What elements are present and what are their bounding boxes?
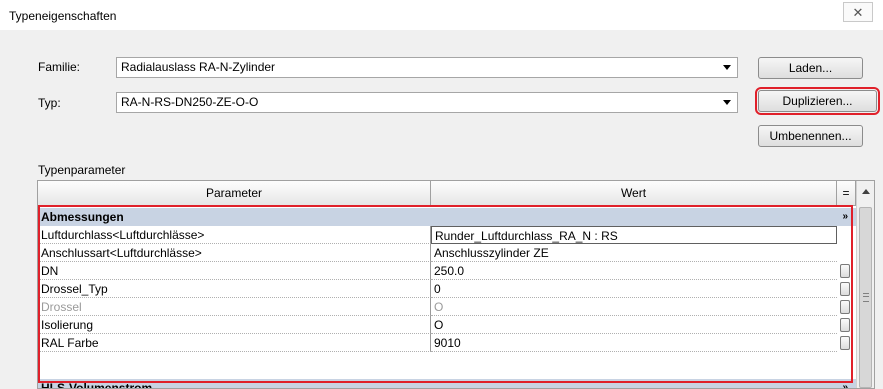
parameter-grid: Parameter Wert = Abmessungen » Luftdurch… [37,180,875,389]
table-row[interactable]: DN 250.0 [38,262,856,280]
header-formula[interactable]: = [837,181,856,205]
vertical-scrollbar[interactable] [856,181,874,388]
parameter-name: Drossel [38,298,431,316]
familie-dropdown[interactable]: Radialauslass RA-N-Zylinder [116,57,738,78]
group-title: Abmessungen [41,210,124,224]
table-row[interactable]: Luftdurchlass<Luftdurchlässe> Runder_Luf… [38,226,856,244]
table-row[interactable]: Anschlussart<Luftdurchlässe> Anschlusszy… [38,244,856,262]
associate-parameter-button[interactable] [840,318,850,332]
header-wert[interactable]: Wert [431,181,837,205]
collapse-icon[interactable]: » [842,208,848,226]
parameter-name: DN [38,262,431,280]
familie-label: Familie: [38,60,81,74]
parameter-value: O [431,298,837,316]
type-properties-dialog: Typeneigenschaften ✕ Familie: Radialausl… [0,0,883,389]
dropdown-arrow-icon [723,65,731,70]
scrollbar-thumb[interactable] [859,207,872,388]
table-row[interactable]: Isolierung O [38,316,856,334]
associate-parameter-button[interactable] [840,282,850,296]
grip-icon [863,293,869,302]
typ-label: Typ: [38,96,61,110]
dialog-title: Typeneigenschaften [9,9,117,23]
title-bar: Typeneigenschaften ✕ [0,0,883,30]
associate-parameter-button[interactable] [840,336,850,350]
group-title: HLS-Volumenstrom [41,381,153,389]
familie-value: Radialauslass RA-N-Zylinder [121,60,276,74]
parameter-value[interactable]: 0 [431,280,837,298]
parameter-name: RAL Farbe [38,334,431,352]
dropdown-arrow-icon [723,100,731,105]
typ-dropdown[interactable]: RA-N-RS-DN250-ZE-O-O [116,92,738,113]
rename-button[interactable]: Umbenennen... [758,125,863,147]
collapse-icon[interactable]: » [842,379,848,388]
type-parameters-label: Typenparameter [38,163,126,177]
parameter-value-input[interactable]: Runder_Luftdurchlass_RA_N : RS [431,226,837,244]
group-abmessungen[interactable]: Abmessungen » [38,208,856,226]
parameter-value[interactable]: O [431,316,837,334]
group-hls-volumenstrom[interactable]: HLS-Volumenstrom » [38,379,856,389]
scroll-up-icon[interactable] [862,189,870,194]
parameter-value[interactable]: 9010 [431,334,837,352]
parameter-name: Drossel_Typ [38,280,431,298]
parameter-name: Luftdurchlass<Luftdurchlässe> [38,226,431,244]
duplicate-button[interactable]: Duplizieren... [755,87,880,115]
parameter-name: Isolierung [38,316,431,334]
associate-parameter-button[interactable] [840,264,850,278]
associate-parameter-button[interactable] [840,300,850,314]
parameter-value[interactable]: Anschlusszylinder ZE [431,244,837,262]
table-row[interactable]: RAL Farbe 9010 [38,334,856,352]
parameter-value[interactable]: 250.0 [431,262,837,280]
typ-value: RA-N-RS-DN250-ZE-O-O [121,95,259,109]
table-row: Drossel O [38,298,856,316]
close-icon[interactable]: ✕ [843,2,873,22]
header-parameter[interactable]: Parameter [38,181,431,205]
parameter-name: Anschlussart<Luftdurchlässe> [38,244,431,262]
table-row[interactable]: Drossel_Typ 0 [38,280,856,298]
grid-header: Parameter Wert = [38,181,874,206]
load-button[interactable]: Laden... [758,57,863,79]
